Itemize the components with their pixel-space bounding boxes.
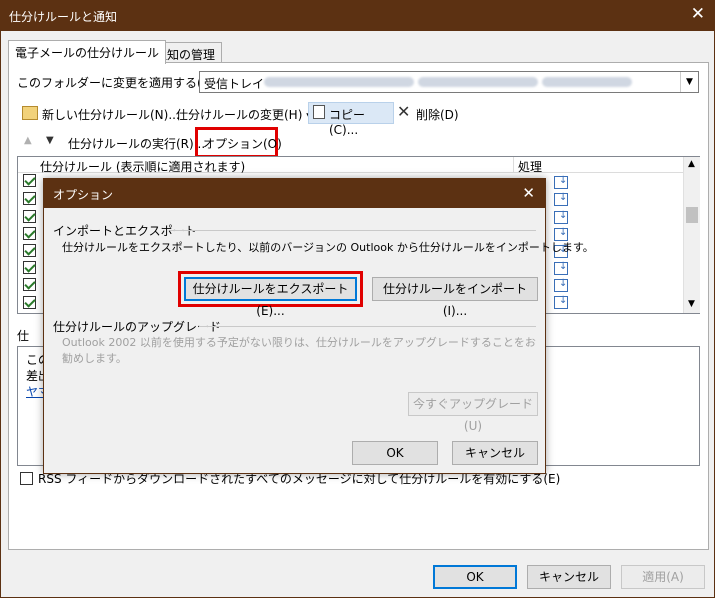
rule-checkbox[interactable] [23, 192, 36, 205]
rule-checkbox[interactable] [23, 174, 36, 187]
column-header-rule[interactable]: 仕分けルール (表示順に適用されます) [40, 158, 245, 175]
delete-x-icon: ✕ [397, 102, 411, 121]
rss-checkbox[interactable] [20, 472, 33, 485]
rule-checkbox[interactable] [23, 261, 36, 274]
rule-checkbox[interactable] [23, 296, 36, 309]
rule-action-icon [554, 175, 568, 189]
scroll-down-icon[interactable]: ▼ [688, 299, 695, 309]
change-rule-label: 仕分けルールの変更(H) [176, 108, 303, 122]
upgrade-now-button[interactable]: 今すぐアップグレード(U) [408, 392, 538, 433]
rule-action-icon [554, 192, 568, 206]
export-rules-button[interactable]: 仕分けルールをエクスポート(E)... [184, 277, 357, 318]
upgrade-desc: Outlook 2002 以前を使用する予定がない限りは、仕分けルールをアップグ… [62, 336, 536, 365]
dialog-titlebar: オプション ✕ [44, 179, 545, 208]
move-down-icon[interactable]: ▼ [46, 135, 54, 146]
change-rule-button[interactable]: 仕分けルールの変更(H) ▼ [176, 106, 313, 123]
folder-value: 受信トレイ [204, 77, 265, 91]
run-rules-button[interactable]: 仕分けルールの実行(R)... [68, 135, 205, 152]
scroll-thumb[interactable] [686, 207, 698, 223]
options-button[interactable]: オプション(O) [203, 135, 282, 152]
new-rule-button[interactable]: 新しい仕分けルール(N)... [42, 106, 180, 123]
close-icon[interactable]: ✕ [691, 4, 705, 24]
rule-action-icon [554, 227, 568, 241]
rule-checkbox[interactable] [23, 244, 36, 257]
list-scrollbar[interactable]: ▲ ▼ [683, 157, 700, 313]
window-titlebar: 仕分けルールと通知 ✕ [0, 0, 715, 31]
rule-action-icon [554, 261, 568, 275]
rule-action-icon [554, 295, 568, 309]
dialog-close-icon[interactable]: ✕ [522, 184, 535, 202]
move-up-icon[interactable]: ▲ [24, 135, 32, 146]
tab-email-rules[interactable]: 電子メールの仕分けルール [8, 40, 167, 64]
upgrade-heading: 仕分けルールのアップグレード [53, 320, 222, 334]
scroll-up-icon[interactable]: ▲ [688, 159, 695, 169]
folder-combo[interactable]: 受信トレイ ▼ [199, 71, 699, 93]
dialog-title: オプション [53, 188, 114, 202]
apply-button[interactable]: 適用(A) [621, 565, 705, 589]
new-rule-icon [22, 106, 38, 120]
copy-icon [313, 105, 325, 119]
rule-checkbox[interactable] [23, 210, 36, 223]
copy-button[interactable]: コピー(C)... [308, 102, 394, 137]
copy-label: コピー(C)... [329, 108, 366, 137]
dialog-cancel-button[interactable]: キャンセル [452, 441, 538, 465]
cancel-button[interactable]: キャンセル [527, 565, 611, 589]
description-label: 仕 [17, 329, 30, 343]
options-dialog: オプション ✕ インポートとエクスポート 仕分けルールをエクスポートしたり、以前… [43, 178, 594, 474]
ok-button[interactable]: OK [433, 565, 517, 589]
import-rules-button[interactable]: 仕分けルールをインポート(I)... [372, 277, 538, 318]
tab-label: 電子メールの仕分けルール [15, 46, 160, 60]
import-export-desc: 仕分けルールをエクスポートしたり、以前のバージョンの Outlook から仕分け… [62, 241, 594, 254]
rule-checkbox[interactable] [23, 227, 36, 240]
column-header-action[interactable]: 処理 [518, 158, 542, 175]
dialog-ok-button[interactable]: OK [352, 441, 438, 465]
rule-checkbox[interactable] [23, 278, 36, 291]
delete-button[interactable]: 削除(D) [416, 106, 459, 123]
list-header: 仕分けルール (表示順に適用されます) 処理 [18, 157, 683, 175]
rule-action-icon [554, 278, 568, 292]
rule-action-icon [554, 210, 568, 224]
window-title: 仕分けルールと通知 [9, 10, 118, 24]
folder-label: このフォルダーに変更を適用する(F): [17, 76, 218, 90]
chevron-down-icon[interactable]: ▼ [680, 72, 698, 92]
